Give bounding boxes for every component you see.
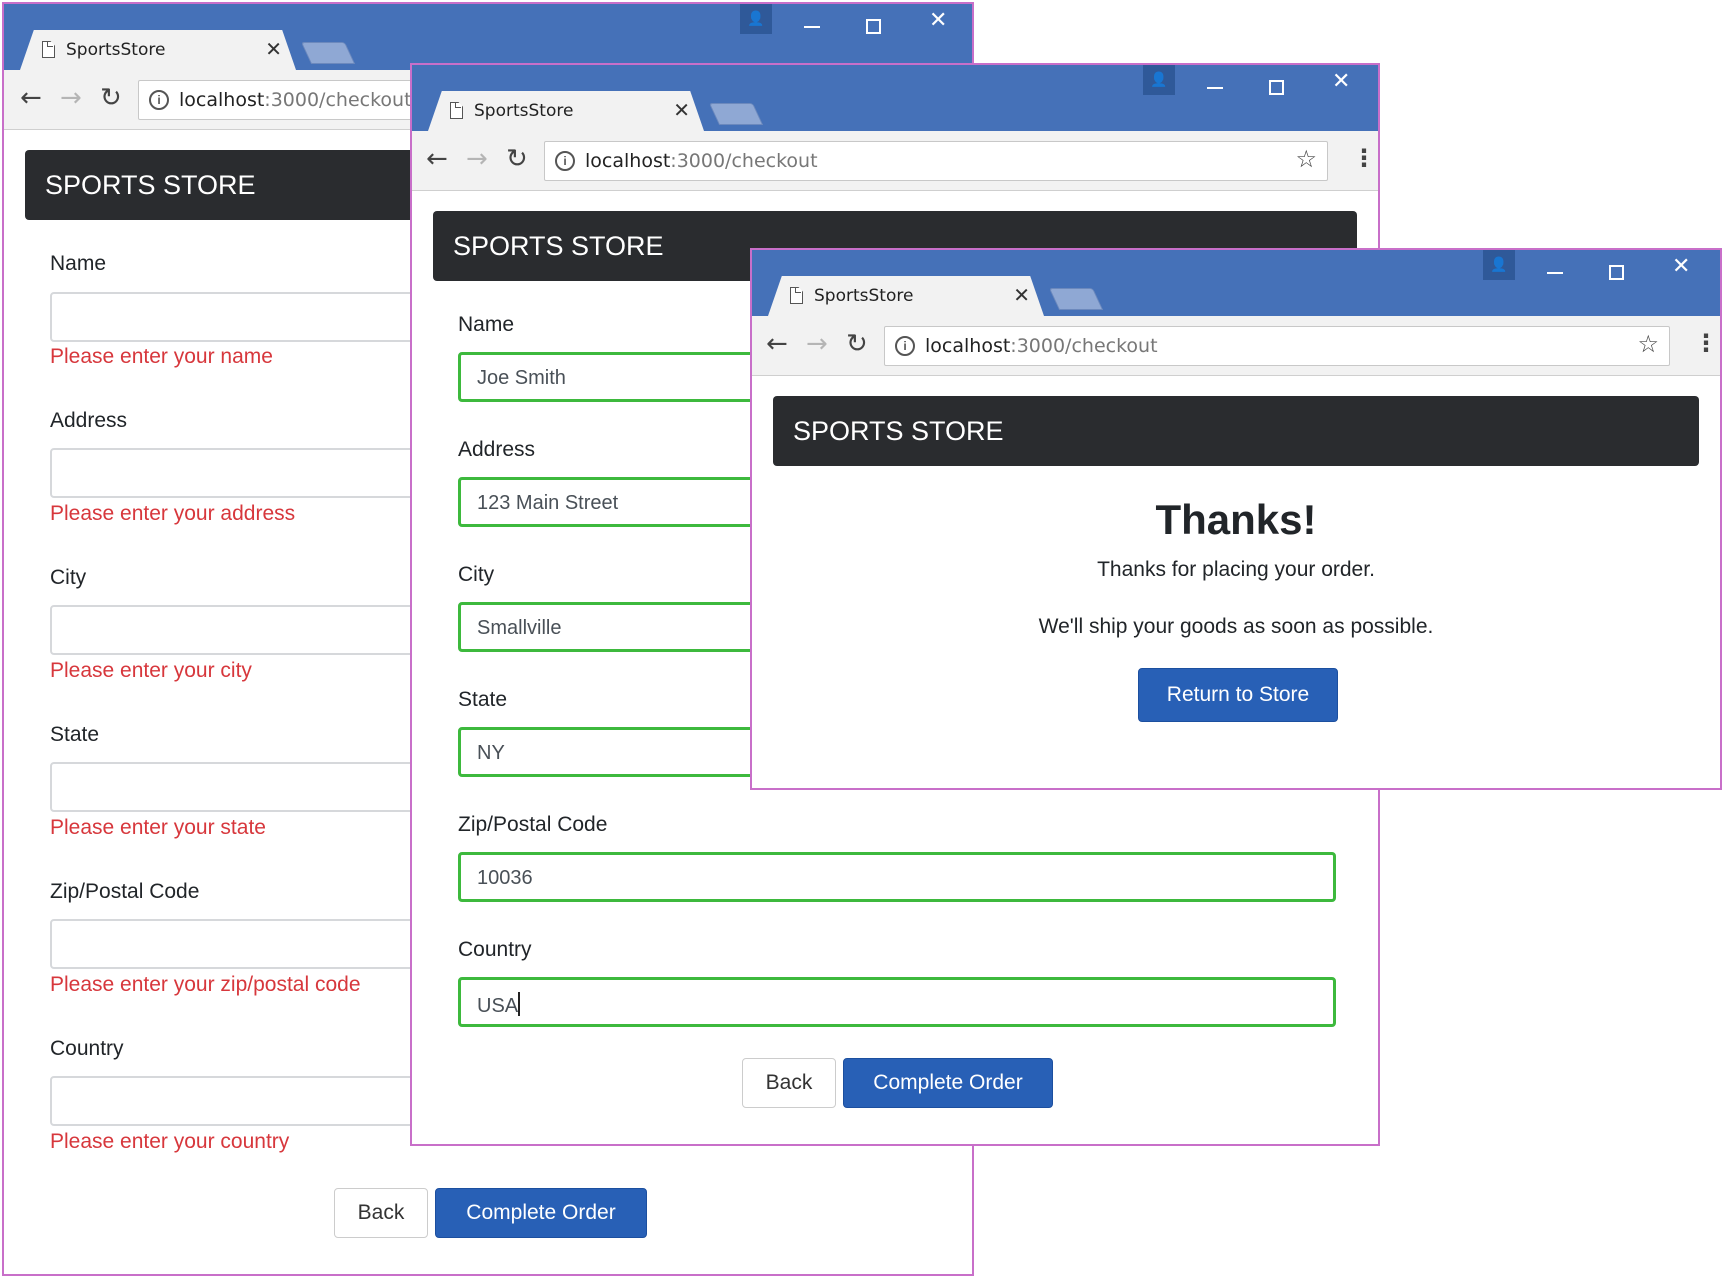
city-label: City [458,563,495,586]
minimize-icon[interactable] [1547,272,1563,274]
maximize-icon[interactable] [1269,80,1284,95]
text-cursor [518,992,521,1016]
back-icon[interactable]: ← [426,145,448,173]
tab-title: SportsStore [66,40,166,60]
maximize-icon[interactable] [1609,265,1624,280]
page-icon [450,102,463,119]
complete-order-button[interactable]: Complete Order [435,1188,647,1238]
maximize-icon[interactable] [866,19,881,34]
profile-icon[interactable]: 👤 [1483,250,1515,280]
city-error: Please enter your city [50,659,252,682]
state-label: State [458,688,508,711]
tab-close-icon[interactable]: ✕ [1013,283,1030,307]
browser-window-thanks: SportsStore ✕ 👤 ✕ ← → ↻ i localhost:3000… [750,248,1722,790]
browser-tab[interactable]: SportsStore ✕ [768,276,1044,316]
address-label: Address [458,438,536,461]
reload-icon[interactable]: ↻ [846,330,868,358]
name-error: Please enter your name [50,345,273,368]
title-bar: SportsStore ✕ 👤 ✕ [4,4,972,70]
info-icon[interactable]: i [149,90,169,110]
country-field[interactable]: USA [458,977,1336,1027]
address-error: Please enter your address [50,502,296,525]
return-to-store-button[interactable]: Return to Store [1138,668,1338,722]
back-button[interactable]: Back [334,1188,428,1238]
url-text: localhost:3000/checkout [925,335,1158,357]
country-label: Country [458,938,532,961]
shipping-message: We'll ship your goods as soon as possibl… [1038,615,1434,638]
back-icon[interactable]: ← [20,84,42,112]
address-label: Address [50,409,128,432]
reload-icon[interactable]: ↻ [100,84,122,112]
title-bar: SportsStore ✕ 👤 ✕ [752,250,1720,316]
tab-title: SportsStore [474,101,574,121]
zip-label: Zip/Postal Code [50,880,200,903]
forward-icon[interactable]: → [466,145,488,173]
minimize-icon[interactable] [1207,87,1223,89]
new-tab-button[interactable] [1048,288,1104,310]
browser-toolbar: ← → ↻ i localhost:3000/checkout ☆ ⋮ [752,316,1720,376]
info-icon[interactable]: i [895,336,915,356]
country-error: Please enter your country [50,1130,290,1153]
page-icon [790,287,803,304]
reload-icon[interactable]: ↻ [506,145,528,173]
browser-toolbar: ← → ↻ i localhost:3000/checkout ☆ ⋮ [412,131,1378,191]
state-label: State [50,723,100,746]
complete-order-button[interactable]: Complete Order [843,1058,1053,1108]
close-window-icon[interactable]: ✕ [929,8,947,33]
browser-tab[interactable]: SportsStore ✕ [428,91,704,131]
profile-icon[interactable]: 👤 [740,4,772,34]
name-label: Name [50,252,107,275]
title-bar: SportsStore ✕ 👤 ✕ [412,65,1378,131]
country-label: Country [50,1037,124,1060]
info-icon[interactable]: i [555,151,575,171]
city-label: City [50,566,87,589]
thanks-message: Thanks for placing your order. [1097,558,1375,581]
page-content: SPORTS STORE Thanks! Thanks for placing … [752,376,1720,788]
close-window-icon[interactable]: ✕ [1332,69,1350,94]
tab-title: SportsStore [814,286,914,306]
back-button[interactable]: Back [742,1058,836,1108]
address-bar[interactable]: i localhost:3000/checkout ☆ [544,141,1328,181]
state-error: Please enter your state [50,816,266,839]
bookmark-star-icon[interactable]: ☆ [1637,330,1659,359]
thanks-heading: Thanks! [1155,496,1317,543]
tab-close-icon[interactable]: ✕ [673,98,690,122]
profile-icon[interactable]: 👤 [1143,65,1175,95]
zip-field[interactable]: 10036 [458,852,1336,902]
store-brand-bar: SPORTS STORE [773,396,1699,466]
bookmark-star-icon[interactable]: ☆ [1295,145,1317,174]
menu-icon[interactable]: ⋮ [1694,331,1718,357]
new-tab-button[interactable] [300,42,356,64]
url-text: localhost:3000/checkout [179,89,412,111]
name-label: Name [458,313,515,336]
browser-tab[interactable]: SportsStore ✕ [20,30,296,70]
address-bar[interactable]: i localhost:3000/checkout ☆ [884,326,1670,366]
tab-close-icon[interactable]: ✕ [265,37,282,61]
new-tab-button[interactable] [708,103,764,125]
minimize-icon[interactable] [804,26,820,28]
forward-icon[interactable]: → [60,84,82,112]
close-window-icon[interactable]: ✕ [1672,254,1690,279]
menu-icon[interactable]: ⋮ [1352,146,1376,172]
zip-label: Zip/Postal Code [458,813,608,836]
country-value: USA [477,995,519,1017]
url-text: localhost:3000/checkout [585,150,818,172]
forward-icon[interactable]: → [806,330,828,358]
zip-error: Please enter your zip/postal code [50,973,361,996]
back-icon[interactable]: ← [766,330,788,358]
page-icon [42,41,55,58]
